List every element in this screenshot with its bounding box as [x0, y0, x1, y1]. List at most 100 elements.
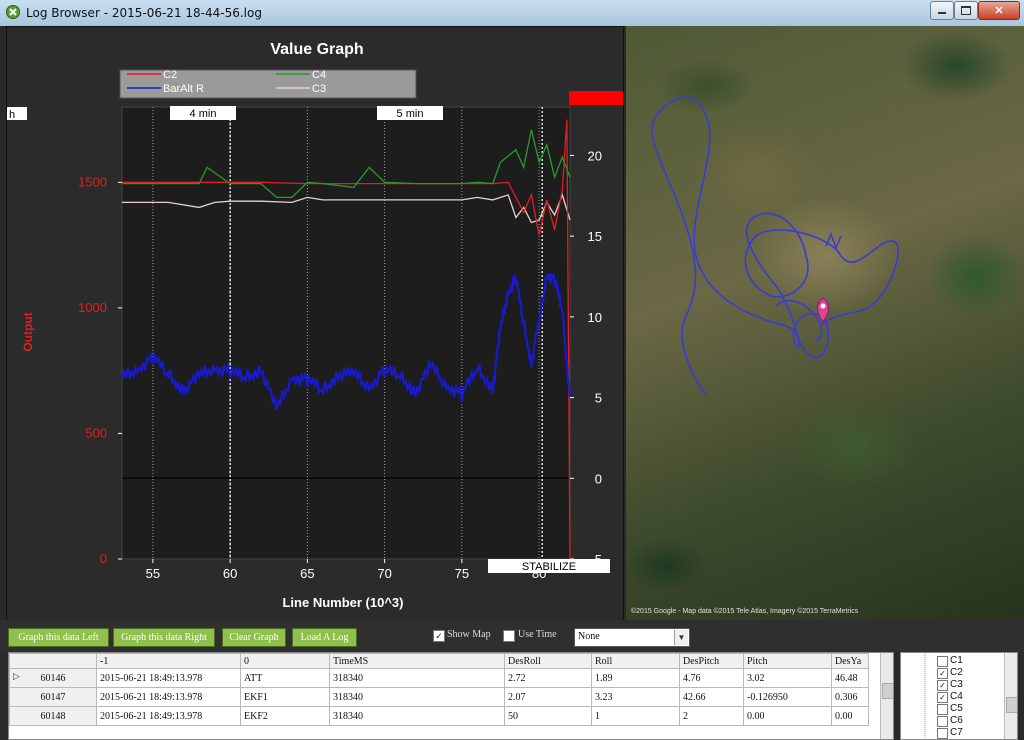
y-left-tick-label: 500 [85, 425, 107, 440]
plot-area[interactable] [121, 106, 571, 560]
row-header-corner [9, 653, 97, 669]
y-axis-label: Output [21, 312, 35, 351]
series-label: C4 [950, 691, 963, 702]
series-checkbox[interactable]: ✓ [937, 668, 948, 679]
flight-track-2 [775, 231, 842, 342]
table-cell[interactable]: 3.02 [743, 668, 832, 688]
table-cell[interactable]: 2.72 [504, 668, 592, 688]
graph-left-button[interactable]: Graph this data Left [8, 628, 109, 647]
column-header[interactable]: DesRoll [504, 653, 592, 669]
table-row[interactable]: ▷ 60146 2015-06-21 18:49:13.978 ATT 318340 2.… [9, 668, 869, 688]
graph-right-button[interactable]: Graph this data Right [113, 628, 215, 647]
close-button[interactable]: ✕ [978, 1, 1020, 20]
column-header[interactable]: Pitch [743, 653, 832, 669]
show-map-checkbox[interactable]: ✓ [433, 630, 445, 642]
table-cell[interactable]: 318340 [329, 687, 505, 707]
grid-vertical-scrollbar[interactable] [880, 653, 893, 739]
column-header[interactable]: TimeMS [329, 653, 505, 669]
use-time-checkbox[interactable] [503, 630, 515, 642]
table-cell[interactable]: 1.89 [591, 668, 680, 688]
series-checkbox[interactable] [937, 716, 948, 727]
table-cell[interactable]: 4.76 [679, 668, 744, 688]
table-cell[interactable]: EKF2 [240, 706, 330, 726]
series-checkbox[interactable] [937, 656, 948, 667]
column-header[interactable]: 0 [240, 653, 330, 669]
series-checkbox[interactable]: ✓ [937, 692, 948, 703]
y-left-tick-label: 1000 [78, 300, 107, 315]
x-tick-label: 55 [146, 566, 160, 581]
table-cell[interactable]: 0.306 [831, 687, 869, 707]
svg-text:5 min: 5 min [397, 108, 424, 120]
mode-label: STABILIZE [488, 559, 610, 573]
table-cell[interactable]: 46.48 [831, 668, 869, 688]
map-type-select[interactable]: None ▼ [574, 628, 690, 647]
graph-legend[interactable]: C2 C4 BarAlt R C3 [119, 69, 417, 99]
log-table: -1 0 TimeMS DesRoll Roll DesPitch Pitch … [9, 653, 869, 726]
series-checkbox[interactable] [937, 728, 948, 739]
clear-graph-button[interactable]: Clear Graph [222, 628, 286, 647]
x-tick-label: 75 [455, 566, 469, 581]
table-cell[interactable]: -0.126950 [743, 687, 832, 707]
load-log-button[interactable]: Load A Log [292, 628, 357, 647]
legend-label: C3 [312, 83, 326, 95]
window-title: Log Browser - 2015-06-21 18-44-56.log [26, 6, 262, 20]
table-cell[interactable]: 318340 [329, 706, 505, 726]
series-checkbox[interactable] [937, 704, 948, 715]
log-data-grid[interactable]: -1 0 TimeMS DesRoll Roll DesPitch Pitch … [8, 652, 894, 740]
series-label: C5 [950, 703, 963, 714]
table-header-row: -1 0 TimeMS DesRoll Roll DesPitch Pitch … [9, 653, 869, 669]
column-header[interactable]: DesPitch [679, 653, 744, 669]
row-header[interactable]: ▷ 60146 [9, 668, 97, 688]
column-header[interactable]: DesYa [831, 653, 869, 669]
row-header[interactable]: 60147 [9, 687, 97, 707]
value-graph[interactable]: Value Graph C2 C4BarAlt R C3 55 60 65 70 75 800… [7, 27, 623, 621]
mode-color-bar [569, 91, 623, 105]
legend-label: BarAlt R [163, 83, 204, 95]
table-cell[interactable]: 2015-06-21 18:49:13.978 [96, 668, 241, 688]
table-cell[interactable]: 0.00 [831, 706, 869, 726]
map-view[interactable]: ©2015 Google - Map data ©2015 Tele Atlas… [626, 26, 1024, 620]
row-line-number: 60148 [40, 710, 66, 722]
scroll-thumb[interactable] [1006, 697, 1017, 713]
column-header[interactable]: -1 [96, 653, 241, 669]
series-checklist[interactable]: C1 ✓ C2 ✓ C3 ✓ C4 C5 C6 C7 [900, 652, 1018, 740]
table-cell[interactable]: 2.07 [504, 687, 592, 707]
dropdown-arrow-icon: ▼ [674, 630, 688, 645]
legend-label: C2 [163, 69, 177, 81]
table-row[interactable]: 60148 2015-06-21 18:49:13.978 EKF2 318340 50… [9, 706, 869, 726]
y-right-tick-label: 5 [595, 391, 602, 406]
value-graph-panel[interactable]: Value Graph C2 C4 BarAlt R C3 55 60 65 70 75 80 0… [6, 26, 624, 622]
scroll-thumb[interactable] [882, 683, 893, 699]
tree-lines [924, 653, 926, 739]
map-copyright: ©2015 Google - Map data ©2015 Tele Atlas… [631, 608, 859, 615]
table-cell[interactable]: ATT [240, 668, 330, 688]
table-cell[interactable]: EKF1 [240, 687, 330, 707]
time-marker-4min: 4 min [170, 106, 236, 120]
row-header[interactable]: 60148 [9, 706, 97, 726]
show-map-label: Show Map [447, 629, 491, 640]
table-cell[interactable]: 2015-06-21 18:49:13.978 [96, 687, 241, 707]
y-right-tick-label: 20 [588, 148, 602, 163]
svg-text:STABILIZE: STABILIZE [522, 561, 576, 573]
series-label: C3 [950, 679, 963, 690]
flight-path-map[interactable] [626, 26, 1024, 620]
table-cell[interactable]: 42.66 [679, 687, 744, 707]
table-cell[interactable]: 2 [679, 706, 744, 726]
table-cell[interactable]: 318340 [329, 668, 505, 688]
table-row[interactable]: 60147 2015-06-21 18:49:13.978 EKF1 318340 2.… [9, 687, 869, 707]
column-header[interactable]: Roll [591, 653, 680, 669]
table-cell[interactable]: 50 [504, 706, 592, 726]
series-checkbox[interactable]: ✓ [937, 680, 948, 691]
table-cell[interactable]: 3.23 [591, 687, 680, 707]
series-list-scrollbar[interactable] [1004, 653, 1017, 739]
minimize-button[interactable] [930, 1, 954, 20]
home-marker-icon[interactable] [816, 297, 830, 323]
table-cell[interactable]: 1 [591, 706, 680, 726]
table-cell[interactable]: 2015-06-21 18:49:13.978 [96, 706, 241, 726]
row-line-number: 60146 [40, 672, 66, 684]
title-bar[interactable]: Log Browser - 2015-06-21 18-44-56.log ✕ [0, 0, 1024, 26]
y-right-tick-label: 0 [595, 471, 602, 486]
x-tick-label: 60 [223, 566, 237, 581]
table-cell[interactable]: 0.00 [743, 706, 832, 726]
maximize-button[interactable] [954, 1, 978, 20]
